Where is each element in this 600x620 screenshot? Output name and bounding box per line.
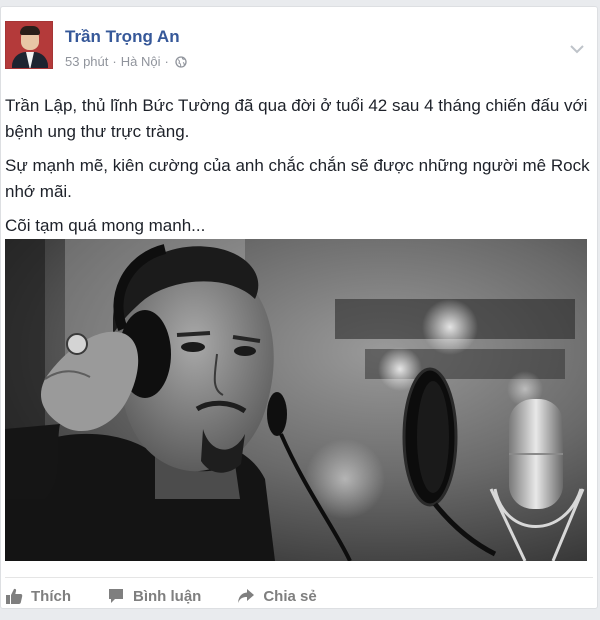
comment-icon [109, 589, 123, 603]
meta-separator-2: · [164, 54, 169, 69]
globe-icon[interactable] [175, 55, 187, 68]
post-meta: 53 phút · Hà Nội · [65, 54, 187, 69]
actions-divider [5, 577, 593, 578]
post-text: Trần Lập, thủ lĩnh Bức Tường đã qua đời … [5, 93, 591, 247]
like-button[interactable]: Thích [5, 587, 71, 605]
meta-separator: · [112, 54, 117, 69]
post-paragraph: Cõi tạm quá mong manh... [5, 216, 206, 235]
post-paragraph: Sự mạnh mẽ, kiên cường của anh chắc chắn… [5, 156, 590, 201]
comment-button[interactable]: Bình luận [107, 587, 201, 605]
post-timestamp[interactable]: 53 phút [65, 54, 108, 69]
share-label: Chia sẻ [263, 587, 317, 605]
post-photo[interactable] [5, 239, 587, 561]
post-paragraph: Trần Lập, thủ lĩnh Bức Tường đã qua đời … [5, 96, 588, 141]
post-location[interactable]: Hà Nội [121, 54, 161, 69]
share-button[interactable]: Chia sẻ [237, 587, 317, 605]
author-avatar[interactable] [5, 21, 53, 69]
chevron-down-icon[interactable] [569, 43, 585, 55]
share-arrow-icon [238, 589, 255, 603]
post-header: Trần Trọng An 53 phút · Hà Nội · [5, 21, 595, 77]
post-card: Trần Trọng An 53 phút · Hà Nội · Trần Lậ… [0, 6, 598, 609]
post-actions: Thích Bình luận Chia sẻ [5, 583, 353, 609]
thumbs-up-icon [6, 588, 23, 604]
like-label: Thích [31, 587, 71, 605]
author-name[interactable]: Trần Trọng An [65, 27, 180, 47]
comment-label: Bình luận [133, 587, 202, 605]
